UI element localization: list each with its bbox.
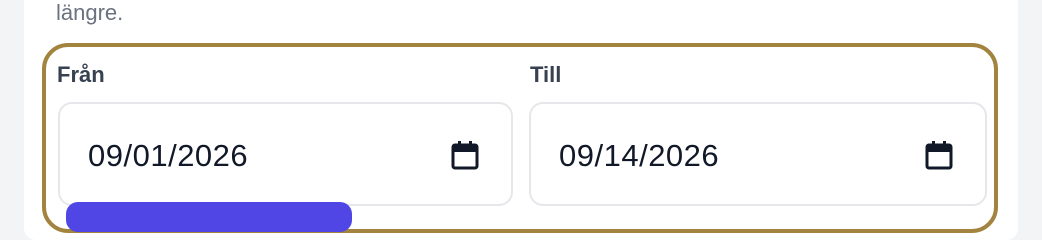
from-date-input[interactable]: 09/01/2026	[58, 102, 513, 206]
submit-button[interactable]	[66, 202, 352, 232]
to-label: Till	[530, 62, 562, 87]
from-label: Från	[57, 62, 105, 87]
helper-text: längre.	[56, 0, 124, 25]
to-date-input[interactable]: 09/14/2026	[529, 102, 987, 206]
from-date-value: 09/01/2026	[88, 138, 249, 173]
to-date-value: 09/14/2026	[559, 138, 720, 173]
calendar-icon[interactable]	[925, 140, 953, 170]
calendar-icon[interactable]	[451, 140, 479, 170]
